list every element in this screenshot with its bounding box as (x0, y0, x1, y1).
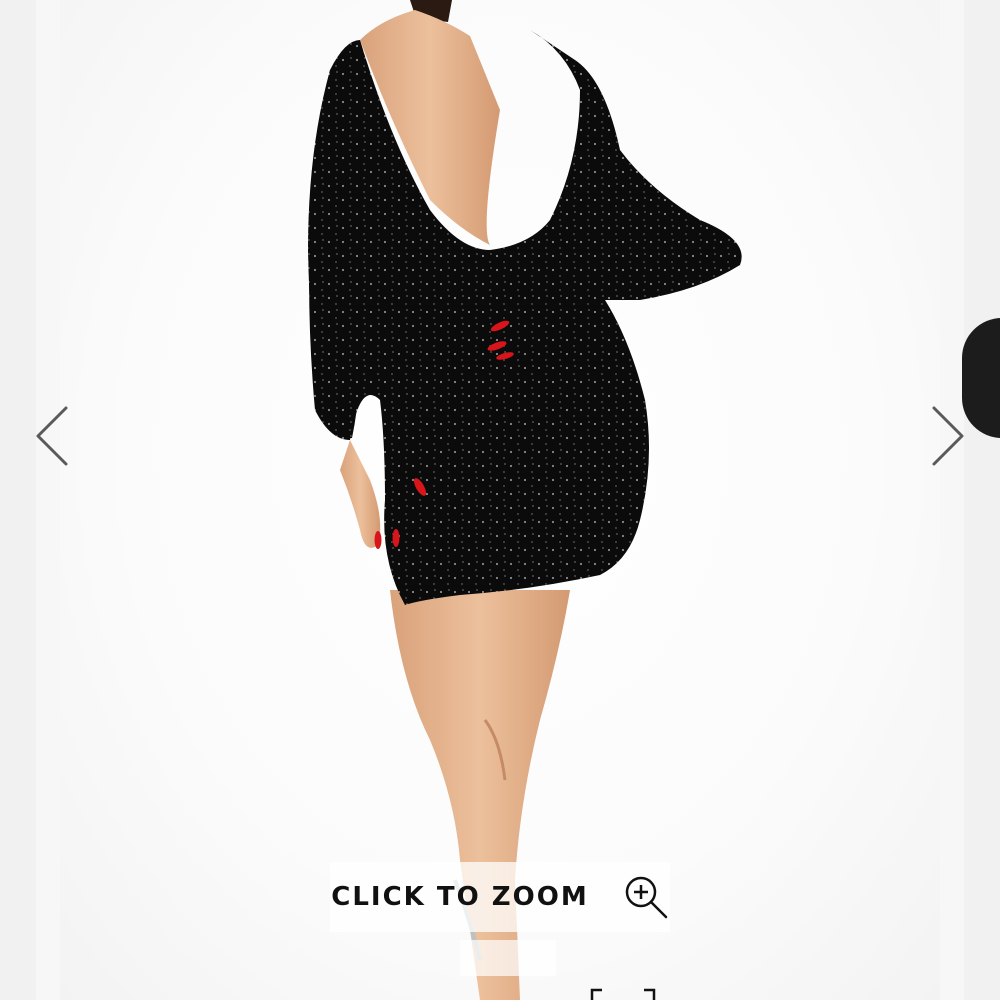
product-gallery: CLICK TO ZOOM (0, 0, 1000, 1000)
previous-slide-peek[interactable] (0, 0, 36, 1000)
click-to-zoom-control[interactable]: CLICK TO ZOOM (330, 862, 670, 932)
next-slide-peek[interactable] (962, 0, 1000, 1000)
previous-image-button[interactable] (28, 400, 76, 472)
legs (390, 590, 570, 1000)
chevron-right-icon (932, 406, 964, 466)
model-photo (308, 0, 742, 1000)
fullscreen-icon[interactable] (588, 988, 658, 1000)
zoom-in-icon (623, 874, 669, 920)
zoom-label: CLICK TO ZOOM (331, 882, 589, 912)
next-image-button[interactable] (924, 400, 972, 472)
left-hand (340, 440, 381, 548)
product-image[interactable] (60, 0, 940, 1000)
image-overlay-strip (460, 940, 556, 976)
chevron-left-icon (36, 406, 68, 466)
